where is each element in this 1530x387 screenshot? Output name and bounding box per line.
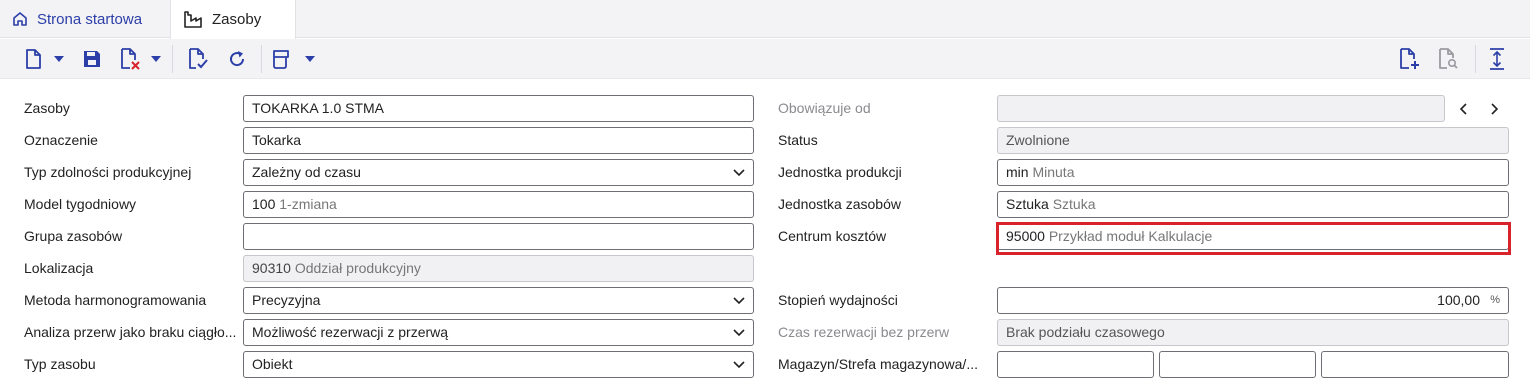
tab-home-label: Strona startowa <box>37 10 143 28</box>
tab-home[interactable]: Strona startowa <box>0 0 170 38</box>
model-tygodniowy-desc: 1-zmiana <box>279 196 337 212</box>
delete-button[interactable] <box>118 47 142 71</box>
save-button[interactable] <box>81 47 103 71</box>
jednostka-produkcji-field[interactable]: min Minuta <box>997 159 1509 186</box>
typ-zasobu-value: Obiekt <box>252 356 293 372</box>
previous-button[interactable] <box>1451 97 1475 121</box>
typ-zasobu-select[interactable]: Obiekt <box>243 351 754 378</box>
next-button[interactable] <box>1483 97 1507 121</box>
tab-zasoby-label: Zasoby <box>212 11 262 28</box>
obowiazuje-od-label: Obowiązuje od <box>778 100 871 116</box>
lokalizacja-label: Lokalizacja <box>24 260 94 276</box>
stopien-value: 100,00 <box>1437 292 1480 308</box>
oznaczenie-value: Tokarka <box>252 132 302 148</box>
dropdown-caret-icon <box>54 56 64 62</box>
metoda-select[interactable]: Precyzyjna <box>243 287 754 314</box>
grupa-zasobow-field[interactable] <box>243 223 754 250</box>
toolbar-separator <box>261 45 262 73</box>
print-button[interactable] <box>270 47 292 71</box>
print-icon <box>273 50 289 69</box>
validate-button[interactable] <box>186 47 210 71</box>
lokalizacja-code: 90310 <box>252 260 291 276</box>
chevron-right-icon <box>1491 103 1499 115</box>
centrum-kosztow-desc: Przykład moduł Kalkulacje <box>1048 228 1213 244</box>
jednostka-zasobow-desc: Sztuka <box>1052 196 1096 212</box>
centrum-kosztow-code: 95000 <box>1006 228 1045 244</box>
czas-rezerwacji-value: Brak podziału czasowego <box>1006 324 1165 340</box>
refresh-button[interactable] <box>226 47 248 71</box>
new-document-plus-icon <box>1400 48 1419 69</box>
stopien-label: Stopień wydajności <box>778 292 898 308</box>
factory-icon <box>184 10 202 28</box>
zasoby-field[interactable]: TOKARKA 1.0 STMA <box>243 95 754 122</box>
dropdown-caret-icon <box>305 56 315 62</box>
czas-rezerwacji-field: Brak podziału czasowego <box>997 319 1509 346</box>
new-document-icon <box>26 49 41 69</box>
analiza-select[interactable]: Możliwość rezerwacji z przerwą <box>243 319 754 346</box>
centrum-kosztow-label: Centrum kosztów <box>778 228 887 244</box>
typ-zasobu-label: Typ zasobu <box>24 356 96 372</box>
chevron-down-icon <box>733 352 745 377</box>
jednostka-produkcji-desc: Minuta <box>1032 164 1075 180</box>
oznaczenie-field[interactable]: Tokarka <box>243 127 754 154</box>
model-tygodniowy-label: Model tygodniowy <box>24 196 137 212</box>
magazyn-label: Magazyn/Strefa magazynowa/... <box>778 356 978 372</box>
typ-zdolnosci-select[interactable]: Zależny od czasu <box>243 159 754 186</box>
status-field: Zwolnione <box>997 127 1509 154</box>
toolbar-separator <box>1475 45 1476 73</box>
delete-dropdown[interactable] <box>149 47 163 71</box>
tab-zasoby[interactable]: Zasoby <box>170 0 296 39</box>
chevron-down-icon <box>733 160 745 185</box>
jednostka-produkcji-label: Jednostka produkcji <box>778 164 902 180</box>
status-value: Zwolnione <box>1006 132 1070 148</box>
delete-document-icon <box>121 48 140 70</box>
chevron-down-icon <box>733 288 745 313</box>
jednostka-zasobow-code: Sztuka <box>1006 196 1049 212</box>
lokalizacja-field: 90310 Oddział produkcyjny <box>243 255 754 282</box>
analiza-value: Możliwość rezerwacji z przerwą <box>252 324 449 340</box>
magazyn-field[interactable] <box>997 351 1154 378</box>
save-icon <box>84 51 100 67</box>
typ-zdolnosci-label: Typ zdolności produkcyjnej <box>24 164 192 180</box>
home-icon <box>13 12 27 26</box>
miejsce-field[interactable] <box>1321 351 1509 378</box>
chevron-down-icon <box>733 320 745 345</box>
new-document-button[interactable] <box>22 47 44 71</box>
toolbar <box>0 39 1530 79</box>
new-related-button[interactable] <box>1397 47 1421 71</box>
metoda-label: Metoda harmonogramowania <box>24 292 207 308</box>
percent-unit: % <box>1490 294 1500 306</box>
dropdown-caret-icon <box>151 56 161 62</box>
jednostka-zasobow-label: Jednostka zasobów <box>778 196 901 212</box>
expand-button[interactable] <box>1486 47 1508 71</box>
document-search-icon <box>1439 48 1458 69</box>
oznaczenie-label: Oznaczenie <box>24 132 98 148</box>
new-document-dropdown[interactable] <box>52 47 66 71</box>
toolbar-separator <box>172 45 173 73</box>
expand-vertical-icon <box>1490 48 1504 70</box>
typ-zdolnosci-value: Zależny od czasu <box>252 164 361 180</box>
model-tygodniowy-field[interactable]: 100 1-zmiana <box>243 191 754 218</box>
czas-rezerwacji-label: Czas rezerwacji bez przerw <box>778 324 950 340</box>
obowiazuje-od-field <box>997 95 1445 122</box>
print-dropdown[interactable] <box>303 47 317 71</box>
zasoby-label: Zasoby <box>24 100 70 116</box>
jednostka-produkcji-code: min <box>1006 164 1029 180</box>
document-search-button[interactable] <box>1436 47 1460 71</box>
tab-bar: Strona startowa Zasoby <box>0 0 1530 39</box>
centrum-kosztow-field[interactable]: 95000 Przykład moduł Kalkulacje <box>997 223 1509 250</box>
metoda-value: Precyzyjna <box>252 292 321 308</box>
zasoby-value: TOKARKA 1.0 STMA <box>252 100 385 116</box>
lokalizacja-desc: Oddział produkcyjny <box>294 260 421 276</box>
stopien-field[interactable]: 100,00 % <box>997 287 1509 314</box>
refresh-icon <box>230 51 245 67</box>
chevron-left-icon <box>1459 103 1467 115</box>
strefa-field[interactable] <box>1159 351 1316 378</box>
analiza-label: Analiza przerw jako braku ciągło... <box>24 324 237 340</box>
jednostka-zasobow-field[interactable]: Sztuka Sztuka <box>997 191 1509 218</box>
model-tygodniowy-code: 100 <box>252 196 276 212</box>
validate-icon <box>189 48 208 69</box>
grupa-zasobow-label: Grupa zasobów <box>24 228 123 244</box>
status-label: Status <box>778 132 818 148</box>
